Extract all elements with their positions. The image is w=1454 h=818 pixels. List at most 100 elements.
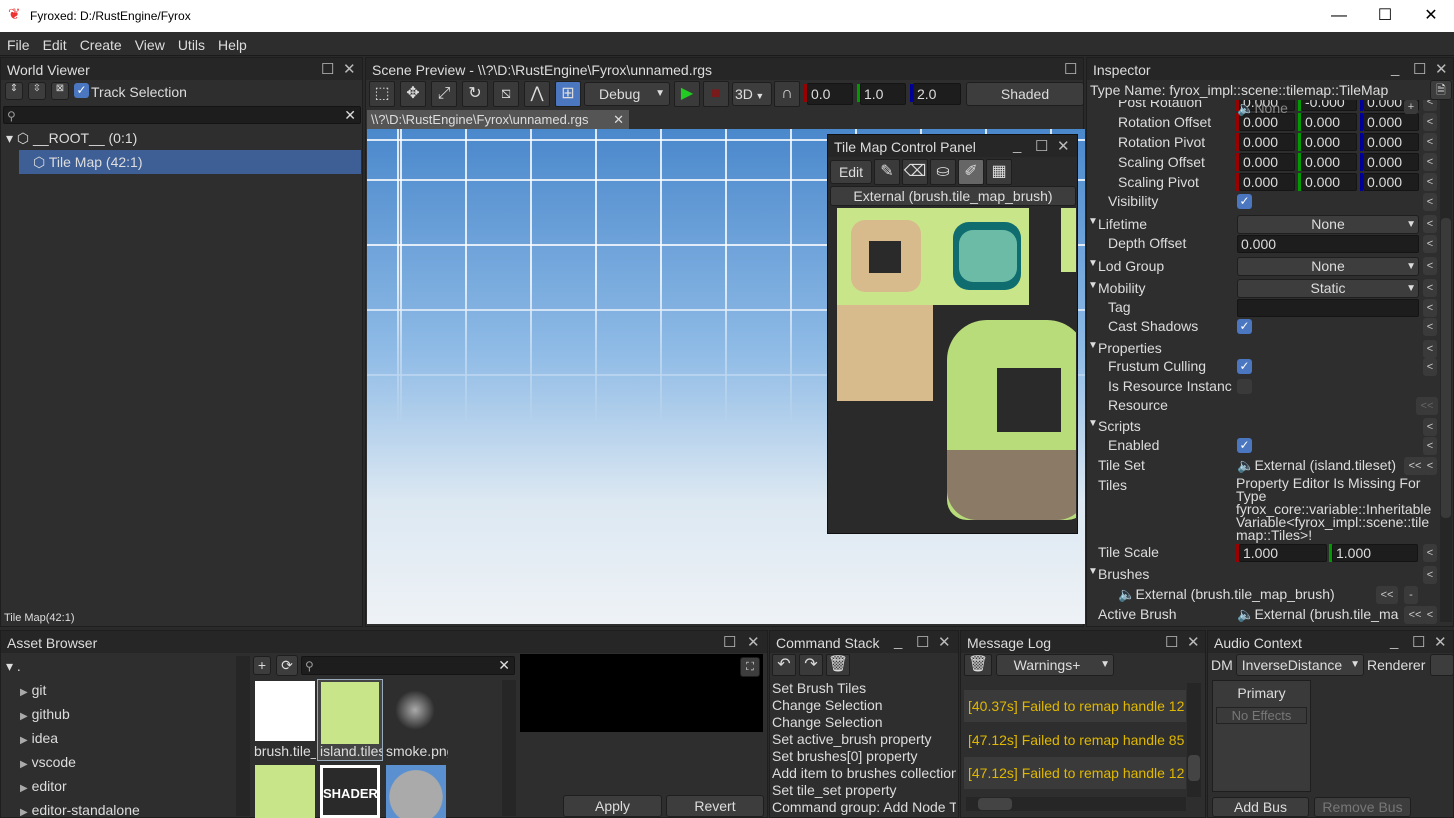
- maximize-button[interactable]: ☐: [1362, 4, 1408, 28]
- maximize-icon[interactable]: ☐: [1035, 137, 1048, 155]
- expand-triangle-icon[interactable]: ▼: [1088, 258, 1098, 269]
- vector-component-input[interactable]: 0.000: [1301, 133, 1357, 151]
- minimize-icon[interactable]: _: [894, 633, 902, 650]
- revert-arrow-icon[interactable]: <: [1423, 257, 1437, 275]
- maximize-icon[interactable]: ☐: [916, 633, 929, 651]
- clear-search-icon[interactable]: ✕: [498, 657, 510, 674]
- redo-icon[interactable]: ↷: [799, 654, 823, 676]
- tile-scale-x-input[interactable]: 1.000: [1239, 544, 1327, 562]
- stop-icon[interactable]: ■: [703, 81, 729, 107]
- revert-arrow-icon[interactable]: <: [1423, 279, 1437, 297]
- command-item[interactable]: Set active_brush property: [772, 731, 956, 747]
- log-message[interactable]: [40.37s] Failed to remap handle 12: [964, 690, 1186, 722]
- locate-button[interactable]: ⊠: [51, 82, 69, 100]
- revert-arrow-icon[interactable]: <: [1423, 544, 1437, 562]
- visibility-checkbox[interactable]: ✓: [1237, 194, 1252, 209]
- revert-arrow-icon[interactable]: <: [1423, 133, 1437, 151]
- command-item[interactable]: Change Selection: [772, 697, 956, 713]
- asset-thumb-shader[interactable]: SHADER: [320, 765, 380, 818]
- revert-arrow-icon[interactable]: <: [1423, 215, 1437, 233]
- vector-component-input[interactable]: 0.000: [1239, 173, 1295, 191]
- menu-create[interactable]: Create: [73, 32, 122, 53]
- maximize-icon[interactable]: ☐: [1064, 60, 1077, 78]
- vector-component-input[interactable]: 0.000: [1301, 153, 1357, 171]
- renderer-dropdown[interactable]: [1430, 654, 1454, 676]
- eraser-tool-icon[interactable]: ⌫: [902, 159, 928, 185]
- terrain-tool-icon[interactable]: ⋀: [524, 81, 550, 107]
- fit-preview-icon[interactable]: ⛶: [740, 657, 760, 677]
- close-icon[interactable]: ✕: [1187, 633, 1200, 651]
- folder-root[interactable]: ▾ .: [6, 658, 21, 675]
- asset-thumb-sphere[interactable]: [386, 765, 446, 818]
- asset-scrollbar[interactable]: [502, 680, 516, 816]
- clear-log-icon[interactable]: 🗑: [964, 654, 992, 676]
- select-tool-icon[interactable]: ⬚: [369, 81, 395, 107]
- vector-component-input[interactable]: 0.000: [1301, 113, 1357, 131]
- menu-help[interactable]: Help: [211, 32, 247, 53]
- vector-component-input[interactable]: 0.000: [1363, 153, 1419, 171]
- tag-input[interactable]: [1237, 299, 1419, 317]
- edit-button[interactable]: Edit: [830, 160, 872, 184]
- minimize-icon[interactable]: _: [1013, 137, 1021, 154]
- locate-resource-button[interactable]: <<: [1416, 397, 1438, 415]
- maximize-icon[interactable]: ☐: [1412, 633, 1425, 651]
- close-icon[interactable]: ✕: [938, 633, 951, 651]
- refresh-icon[interactable]: ⟳: [276, 655, 298, 676]
- folder-item[interactable]: ▶ github: [20, 706, 70, 722]
- folder-item[interactable]: ▶ git: [20, 682, 46, 698]
- revert-arrow-icon[interactable]: <: [1423, 113, 1437, 131]
- lifetime-dropdown[interactable]: None ▼: [1237, 215, 1419, 234]
- revert-arrow-icon[interactable]: <: [1423, 299, 1437, 317]
- revert-arrow-icon[interactable]: <: [1423, 235, 1437, 253]
- rect-fill-tool-icon[interactable]: ▦: [986, 159, 1012, 185]
- maximize-icon[interactable]: ☐: [1165, 633, 1178, 651]
- expand-triangle-icon[interactable]: ▼: [1088, 216, 1098, 227]
- clear-stack-icon[interactable]: 🗑: [826, 654, 850, 676]
- menu-utils[interactable]: Utils: [171, 32, 205, 53]
- folder-item[interactable]: ▶ vscode: [20, 754, 76, 770]
- audio-bus-primary[interactable]: Primary No Effects: [1212, 680, 1311, 792]
- revert-button[interactable]: Revert: [666, 795, 764, 817]
- brush-dropdown[interactable]: External (brush.tile_map_brush): [830, 186, 1076, 206]
- log-v-scrollbar[interactable]: [1187, 683, 1201, 797]
- asset-search-input[interactable]: ⚲ ✕: [301, 656, 515, 675]
- mode-dropdown[interactable]: Debug ▼: [584, 82, 670, 106]
- maximize-icon[interactable]: ☐: [723, 633, 736, 651]
- inspector-scrollbar[interactable]: [1440, 100, 1452, 622]
- clear-search-icon[interactable]: ✕: [344, 107, 356, 124]
- close-icon[interactable]: ✕: [1435, 60, 1448, 78]
- expand-all-button[interactable]: ⇕: [5, 82, 23, 100]
- close-icon[interactable]: ✕: [1057, 137, 1070, 155]
- snap-y-input[interactable]: 1.0: [860, 83, 906, 105]
- vector-component-input[interactable]: 0.000: [1363, 113, 1419, 131]
- distance-model-dropdown[interactable]: InverseDistance ▼: [1236, 654, 1364, 676]
- command-item[interactable]: Set brushes[0] property: [772, 748, 956, 764]
- pick-tool-icon[interactable]: ✐: [958, 159, 984, 185]
- tile-tool-icon[interactable]: ⊞: [555, 81, 581, 107]
- close-tab-icon[interactable]: ✕: [613, 112, 624, 128]
- scene-tab[interactable]: \\?\D:\RustEngine\Fyrox\unnamed.rgs ✕: [367, 110, 629, 129]
- close-icon[interactable]: ✕: [1434, 633, 1447, 651]
- collapse-all-button[interactable]: ⇳: [28, 82, 46, 100]
- render-mode-dropdown[interactable]: Shaded: [966, 82, 1084, 106]
- log-message[interactable]: [47.12s] Failed to remap handle 85: [964, 724, 1186, 756]
- vector-component-input[interactable]: 0.000: [1239, 153, 1295, 171]
- menu-view[interactable]: View: [128, 32, 165, 53]
- expand-triangle-icon[interactable]: ▼: [1088, 418, 1098, 429]
- asset-thumb-tileset[interactable]: [255, 765, 315, 818]
- docs-icon[interactable]: 🗎: [1430, 80, 1452, 100]
- undo-icon[interactable]: ↶: [772, 654, 796, 676]
- revert-arrow-icon[interactable]: <: [1423, 457, 1437, 475]
- vector-component-input[interactable]: 0.000: [1363, 133, 1419, 151]
- snap-z-input[interactable]: 2.0: [913, 83, 961, 105]
- log-h-scrollbar[interactable]: [966, 797, 1186, 811]
- remove-item-icon[interactable]: -: [1404, 586, 1418, 604]
- remove-bus-button[interactable]: Remove Bus: [1314, 797, 1411, 817]
- scale-tool-icon[interactable]: ⤢: [431, 81, 457, 107]
- revert-arrow-icon[interactable]: <: [1423, 193, 1437, 211]
- log-message[interactable]: [47.12s] Failed to remap handle 12: [964, 757, 1186, 789]
- folder-item[interactable]: ▶ editor-standalone: [20, 802, 140, 818]
- cast-shadows-checkbox[interactable]: ✓: [1237, 319, 1252, 334]
- folder-item[interactable]: ▶ editor: [20, 778, 67, 794]
- folder-item[interactable]: ▶ idea: [20, 730, 58, 746]
